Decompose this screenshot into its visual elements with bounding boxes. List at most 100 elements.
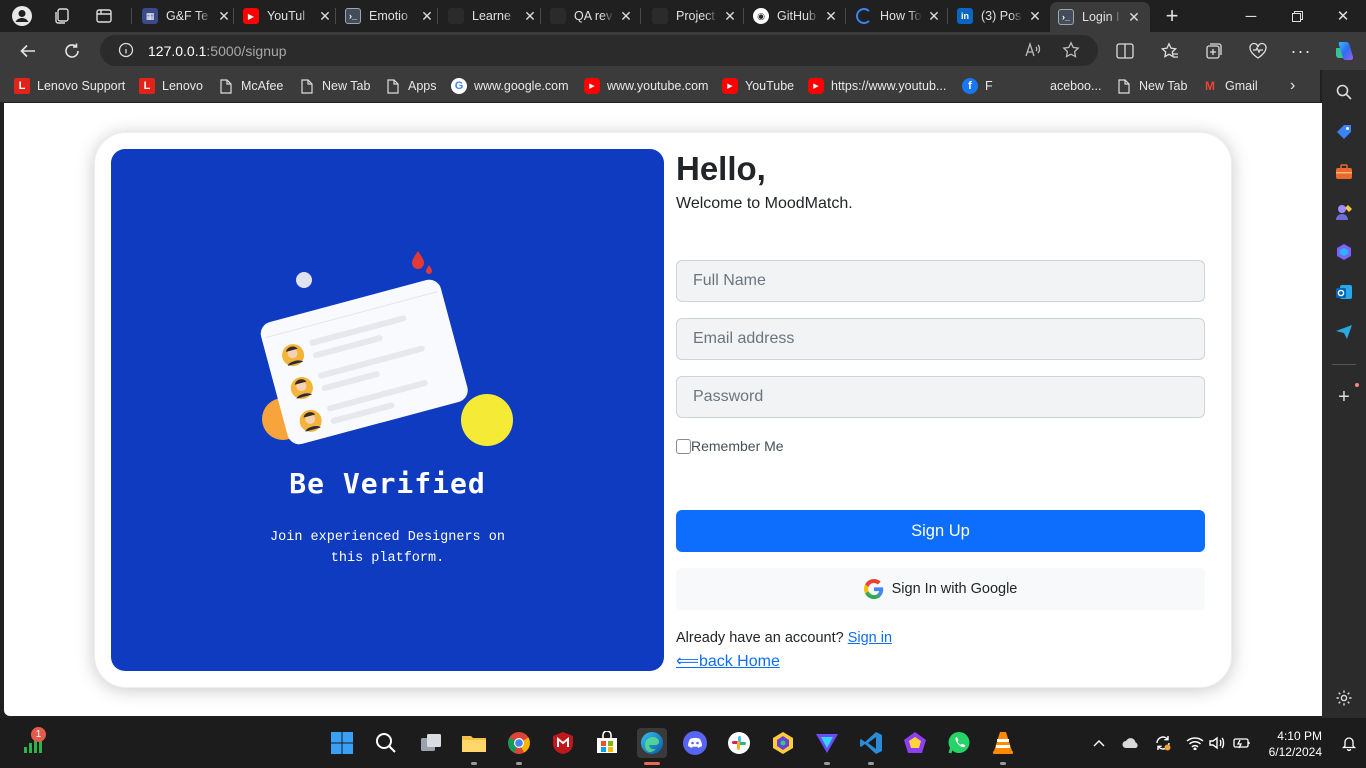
tab-github[interactable]: ◉ GitHub ✕: [753, 2, 839, 30]
lenovo-icon: L: [139, 78, 155, 94]
full-name-input[interactable]: [676, 260, 1205, 302]
bookmark-youtube[interactable]: ▶ YouTube: [722, 76, 794, 96]
minimize-icon[interactable]: ─: [1228, 0, 1274, 32]
system-clock[interactable]: 4:10 PM 6/12/2024: [1269, 728, 1322, 760]
copilot-icon[interactable]: [1330, 37, 1358, 65]
url-text[interactable]: 127.0.0.1:5000/signup: [148, 43, 287, 59]
tab-login-active[interactable]: ›_ Login I ✕: [1050, 2, 1150, 32]
read-aloud-icon[interactable]: [1024, 41, 1042, 63]
add-sidebar-app-icon[interactable]: +: [1333, 386, 1355, 408]
vscode-icon[interactable]: [858, 730, 884, 756]
favorites-icon[interactable]: [1156, 37, 1184, 65]
workspaces-icon[interactable]: [50, 4, 74, 28]
bookmark-mcafee[interactable]: McAfee: [218, 76, 283, 96]
bookmark-lenovo[interactable]: L Lenovo: [139, 76, 203, 96]
file-explorer-icon[interactable]: [461, 730, 487, 756]
remember-me-label: Remember Me: [691, 438, 784, 454]
more-menu-icon[interactable]: ···: [1287, 37, 1315, 65]
send-icon[interactable]: [1333, 321, 1355, 343]
window-close-icon[interactable]: ✕: [1320, 0, 1366, 32]
back-home-link[interactable]: ⟸back Home: [676, 651, 780, 671]
site-info-icon[interactable]: [118, 42, 134, 63]
sign-up-button[interactable]: Sign Up: [676, 510, 1205, 552]
tab-learner[interactable]: Learne ✕: [448, 2, 538, 30]
discord-icon[interactable]: [682, 730, 708, 756]
outlook-icon[interactable]: [1333, 281, 1355, 303]
remember-me-checkbox[interactable]: [676, 438, 691, 454]
windows-taskbar: 1 4:10 PM 6/12/2024: [0, 718, 1366, 768]
wifi-icon[interactable]: [1186, 734, 1204, 752]
browser-essentials-icon[interactable]: [1244, 37, 1272, 65]
profile-icon[interactable]: [10, 4, 34, 28]
bookmark-facebook[interactable]: f F: [962, 76, 993, 96]
bookmark-lenovo-support[interactable]: L Lenovo Support: [14, 76, 125, 96]
vlc-icon[interactable]: [990, 730, 1016, 756]
bookmark-gmail[interactable]: M Gmail: [1202, 76, 1258, 96]
chevron-up-icon[interactable]: [1090, 734, 1108, 752]
windows-start-icon[interactable]: [329, 730, 355, 756]
chrome-icon[interactable]: [506, 730, 532, 756]
notification-center-icon[interactable]: [1340, 734, 1358, 752]
new-tab-plus-icon[interactable]: +: [1160, 3, 1184, 28]
close-icon[interactable]: ✕: [926, 8, 942, 25]
microsoft-store-icon[interactable]: [594, 730, 620, 756]
youtube-icon: ▶: [243, 8, 259, 24]
toolbox-icon[interactable]: [1333, 161, 1355, 183]
bookmark-youtube-com[interactable]: ▶ www.youtube.com: [584, 76, 708, 96]
password-input[interactable]: [676, 376, 1205, 418]
bookmark-youtube-url[interactable]: ▶ https://www.youtub...: [808, 76, 946, 96]
tab-youtube[interactable]: ▶ YouTul ✕: [243, 2, 333, 30]
sync-icon[interactable]: [1154, 734, 1172, 752]
chevron-right-icon[interactable]: ›: [1290, 76, 1295, 96]
battery-icon[interactable]: [1233, 734, 1251, 752]
tab-project[interactable]: Project ✕: [652, 2, 738, 30]
tab-actions-icon[interactable]: [92, 4, 116, 28]
app-hexagon-icon[interactable]: [770, 730, 796, 756]
pentagon-app-icon[interactable]: [902, 730, 928, 756]
close-icon[interactable]: ✕: [618, 8, 634, 25]
bookmark-apps[interactable]: Apps: [385, 76, 437, 96]
tab-linkedin[interactable]: in (3) Pos ✕: [957, 2, 1043, 30]
split-screen-icon[interactable]: [1111, 37, 1139, 65]
close-icon[interactable]: ✕: [1027, 8, 1043, 25]
tab-how-to[interactable]: How To ✕: [856, 2, 942, 30]
sign-in-link[interactable]: Sign in: [848, 630, 892, 646]
bookmark-facebook-2[interactable]: aceboo...: [1050, 76, 1101, 96]
sidebar-settings-icon[interactable]: [1333, 687, 1355, 709]
mcafee-icon[interactable]: [550, 730, 576, 756]
tab-emotion[interactable]: ›_ Emotio ✕: [345, 2, 435, 30]
bookmark-new-tab-2[interactable]: New Tab: [1116, 76, 1187, 96]
tab-qa-review[interactable]: QA rev ✕: [550, 2, 634, 30]
close-icon[interactable]: ✕: [419, 8, 435, 25]
email-input[interactable]: [676, 318, 1205, 360]
refresh-icon[interactable]: [58, 37, 86, 65]
bookmark-google[interactable]: G www.google.com: [451, 76, 569, 96]
restore-icon[interactable]: [1274, 0, 1320, 32]
vpn-app-icon[interactable]: [814, 730, 840, 756]
address-bar[interactable]: 127.0.0.1:5000/signup: [100, 35, 1098, 66]
favorite-star-icon[interactable]: [1062, 41, 1080, 64]
tab-gf[interactable]: ▦ G&F Te ✕: [142, 2, 232, 30]
bookmark-new-tab[interactable]: New Tab: [299, 76, 370, 96]
slack-icon[interactable]: [726, 730, 752, 756]
whatsapp-icon[interactable]: [946, 730, 972, 756]
google-sign-in-button[interactable]: Sign In with Google: [676, 568, 1205, 610]
collections-icon[interactable]: [1200, 37, 1228, 65]
microsoft365-icon[interactable]: [1333, 241, 1355, 263]
close-icon[interactable]: ✕: [1126, 9, 1142, 26]
task-view-icon[interactable]: [418, 730, 444, 756]
onedrive-cloud-icon[interactable]: [1122, 734, 1140, 752]
search-icon[interactable]: [1333, 81, 1355, 103]
games-icon[interactable]: [1333, 201, 1355, 223]
close-icon[interactable]: ✕: [317, 8, 333, 25]
volume-icon[interactable]: [1208, 734, 1226, 752]
close-icon[interactable]: ✕: [216, 8, 232, 25]
back-arrow-icon[interactable]: [14, 37, 42, 65]
taskbar-search-icon[interactable]: [373, 730, 399, 756]
shopping-tag-icon[interactable]: [1333, 121, 1355, 143]
close-icon[interactable]: ✕: [522, 8, 538, 25]
youtube-icon: ▶: [808, 78, 824, 94]
edge-icon[interactable]: [637, 728, 667, 758]
close-icon[interactable]: ✕: [722, 8, 738, 25]
close-icon[interactable]: ✕: [823, 8, 839, 25]
